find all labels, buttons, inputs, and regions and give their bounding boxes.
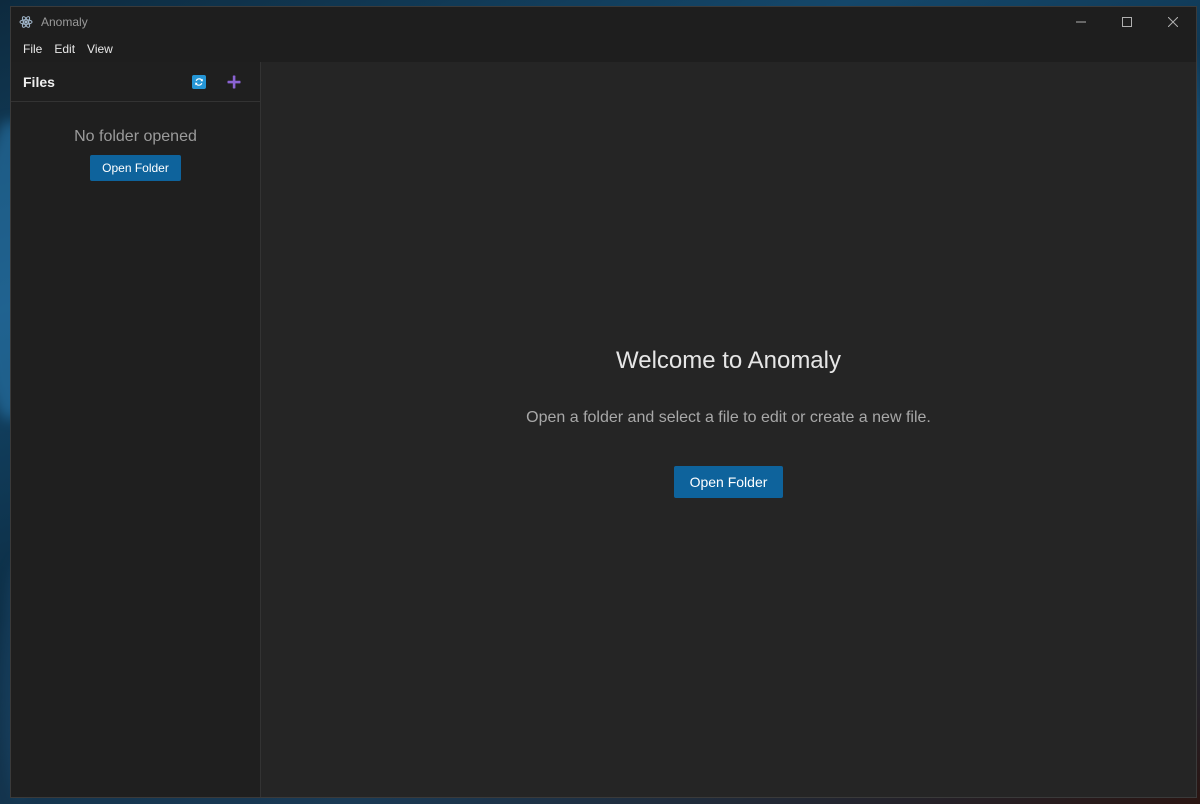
no-folder-message: No folder opened	[74, 128, 197, 145]
menu-file[interactable]: File	[17, 36, 48, 62]
maximize-button[interactable]	[1104, 7, 1150, 36]
plus-icon[interactable]	[226, 74, 242, 90]
maximize-icon	[1122, 16, 1132, 27]
window-controls	[1058, 7, 1196, 36]
sidebar-open-folder-button[interactable]: Open Folder	[90, 155, 181, 181]
app-window: Anomaly File Edit View Files No folder o…	[10, 6, 1197, 798]
close-button[interactable]	[1150, 7, 1196, 36]
welcome-panel: Welcome to Anomaly Open a folder and sel…	[261, 62, 1196, 797]
sidebar-empty-state: No folder opened Open Folder	[11, 102, 260, 181]
minimize-icon	[1076, 21, 1086, 22]
sidebar-title: Files	[23, 73, 55, 90]
minimize-button[interactable]	[1058, 7, 1104, 36]
main-open-folder-button[interactable]: Open Folder	[673, 466, 784, 498]
welcome-subtitle: Open a folder and select a file to edit …	[526, 409, 931, 426]
sidebar-header: Files	[11, 62, 260, 102]
menu-edit[interactable]: Edit	[48, 36, 81, 62]
electron-icon	[11, 15, 41, 29]
content-area: Files No folder opened Open Folder Welco…	[11, 62, 1196, 797]
close-icon	[1168, 16, 1178, 27]
files-sidebar: Files No folder opened Open Folder	[11, 62, 261, 797]
welcome-title: Welcome to Anomaly	[616, 347, 841, 374]
window-title: Anomaly	[41, 14, 88, 29]
refresh-icon[interactable]	[192, 74, 206, 89]
menu-view[interactable]: View	[81, 36, 119, 62]
title-bar[interactable]: Anomaly	[11, 7, 1196, 36]
menu-bar: File Edit View	[11, 36, 1196, 62]
